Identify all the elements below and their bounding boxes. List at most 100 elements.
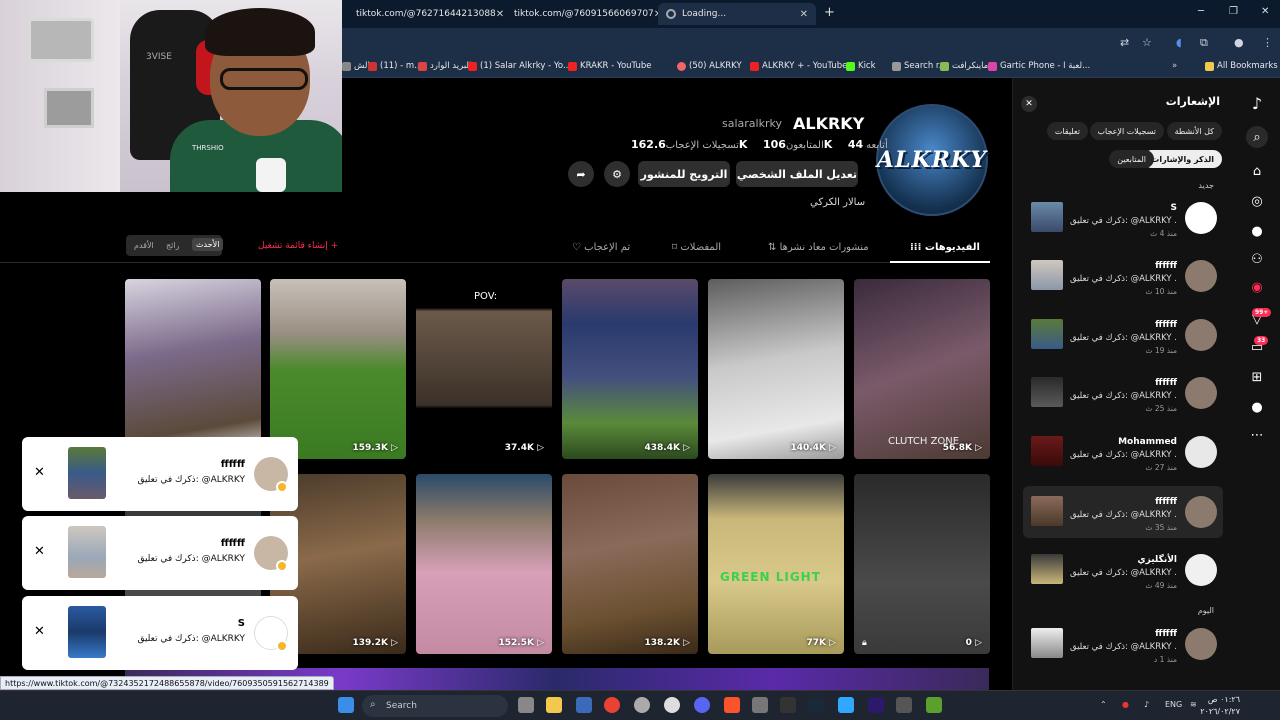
- brave-icon[interactable]: [724, 697, 740, 713]
- notification-item[interactable]: ffffff ذكرك في تعليق: @ALKRKY . منذ 10 ث: [1023, 250, 1223, 302]
- premiere-icon[interactable]: [868, 697, 884, 713]
- video-card[interactable]: 138.2K ▷: [562, 474, 698, 654]
- video-card[interactable]: GREEN LIGHT 77K ▷: [708, 474, 844, 654]
- create-playlist-button[interactable]: إنشاء قائمة تشغيل +: [258, 241, 338, 251]
- browser-tab-3[interactable]: Loading... ✕: [658, 3, 816, 25]
- browser-tab-1[interactable]: tiktok.com/@76271644213088 ✕: [342, 3, 504, 25]
- extensions-puzzle-icon[interactable]: ⧉: [1200, 36, 1208, 50]
- video-card[interactable]: 152.5K ▷: [416, 474, 552, 654]
- notification-item[interactable]: ffffff ذكرك في تعليق: @ALKRKY . منذ 1 د: [1023, 618, 1223, 670]
- toast-close-icon[interactable]: ✕: [34, 624, 45, 639]
- bookmark-item[interactable]: (11) - m...: [368, 61, 422, 71]
- profile-avatar-icon[interactable]: ●: [1234, 36, 1244, 49]
- minecraft-icon[interactable]: [926, 697, 942, 713]
- new-tab-button[interactable]: +: [824, 5, 835, 20]
- following-avatar-icon[interactable]: ●: [1246, 220, 1268, 242]
- bookmark-item[interactable]: ALKRKY + - YouTube: [750, 61, 847, 71]
- filter-followers[interactable]: المتابعين: [1109, 150, 1154, 168]
- filter-mentions[interactable]: الذكر والإشارات: [1143, 150, 1222, 168]
- notification-item[interactable]: ffffff ذكرك في تعليق: @ALKRKY . منذ 19 ث: [1023, 309, 1223, 361]
- video-card[interactable]: 🔒︎ 0 ▷: [854, 474, 990, 654]
- edit-profile-button[interactable]: تعديل الملف الشخصي: [736, 161, 858, 187]
- obs-icon[interactable]: [634, 697, 650, 713]
- toast-close-icon[interactable]: ✕: [34, 544, 45, 559]
- minimize-button[interactable]: ─: [1198, 6, 1204, 17]
- video-card[interactable]: 438.4K ▷: [562, 279, 698, 459]
- video-card[interactable]: [125, 279, 261, 459]
- steam-icon[interactable]: [808, 697, 824, 713]
- chrome-icon[interactable]: [604, 697, 620, 713]
- close-window-button[interactable]: ✕: [1261, 6, 1269, 17]
- bookmark-item[interactable]: Search r...: [892, 61, 947, 71]
- tray-overflow-icon[interactable]: ⌃: [1100, 700, 1107, 709]
- tray-app-icon[interactable]: ●: [1122, 700, 1129, 709]
- bookmark-item[interactable]: ماينكرافت: [940, 61, 988, 71]
- file-explorer-icon[interactable]: [546, 697, 562, 713]
- extension-icon[interactable]: ◖: [1176, 36, 1182, 49]
- browser-tab-2[interactable]: tiktok.com/@76091566069707 ✕: [500, 3, 662, 25]
- bookmark-item[interactable]: البريد الوارد: [418, 61, 471, 71]
- windows-start-icon[interactable]: [338, 697, 354, 713]
- share-arrow-icon[interactable]: ➦: [568, 161, 594, 187]
- home-icon[interactable]: ⌂: [1246, 160, 1268, 182]
- photoshop-icon[interactable]: [838, 697, 854, 713]
- tab-close-icon[interactable]: ✕: [800, 9, 808, 20]
- notification-item[interactable]: ffffff ذكرك في تعليق: @ALKRKY . منذ 35 ث: [1023, 486, 1223, 538]
- bookmark-star-icon[interactable]: ☆: [1142, 36, 1152, 49]
- notification-item[interactable]: S ذكرك في تعليق: @ALKRKY . منذ 4 ث: [1023, 192, 1223, 244]
- explore-compass-icon[interactable]: ◎: [1246, 190, 1268, 212]
- sort-oldest-button[interactable]: الأقدم: [134, 241, 154, 250]
- toast-close-icon[interactable]: ✕: [34, 465, 45, 480]
- discord-icon[interactable]: [694, 697, 710, 713]
- bookmarks-overflow-icon[interactable]: »: [1172, 61, 1177, 71]
- settings-gear-icon[interactable]: ⚙: [604, 161, 630, 187]
- close-panel-icon[interactable]: ✕: [1021, 96, 1037, 112]
- tab-liked[interactable]: ♡ تم الإعجاب: [572, 242, 630, 253]
- filter-likes[interactable]: تسجيلات الإعجاب: [1089, 122, 1164, 140]
- friends-icon[interactable]: ⚇: [1246, 248, 1268, 270]
- video-card[interactable]: 140.4K ▷: [708, 279, 844, 459]
- restore-button[interactable]: ❐: [1229, 6, 1238, 17]
- notification-item[interactable]: الأنگليزي ذكرك في تعليق: @ALKRKY . منذ 4…: [1023, 544, 1223, 596]
- bookmark-item[interactable]: (50) ALKRKY: [677, 61, 742, 71]
- video-card[interactable]: 159.3K ▷: [270, 279, 406, 459]
- upload-plus-icon[interactable]: ⊞: [1246, 366, 1268, 388]
- task-view-icon[interactable]: [518, 697, 534, 713]
- notification-item[interactable]: ffffff ذكرك في تعليق: @ALKRKY . منذ 25 ث: [1023, 367, 1223, 419]
- microphone-icon[interactable]: ♪: [1144, 700, 1149, 709]
- sort-popular-button[interactable]: رائج: [166, 241, 179, 250]
- filter-all[interactable]: كل الأنشطة: [1166, 122, 1222, 140]
- bookmark-item[interactable]: Gartic Phone - لعبة ا...: [988, 61, 1090, 71]
- notification-toast[interactable]: ✕ S ذكرك في تعليق: @ALKRKY: [22, 596, 298, 670]
- capcut-icon[interactable]: [780, 697, 796, 713]
- settings-icon[interactable]: [664, 697, 680, 713]
- app-icon[interactable]: [896, 697, 912, 713]
- tab-reposts[interactable]: ⇅ منشورات معاد نشرها: [768, 242, 869, 253]
- filter-comments[interactable]: تعليقات: [1046, 122, 1088, 140]
- more-dots-icon[interactable]: ⋯: [1246, 424, 1268, 446]
- notification-toast[interactable]: ✕ ffffff ذكرك في تعليق: @ALKRKY: [22, 516, 298, 590]
- bookmark-item[interactable]: (1) Salar Alkrky - Yo...: [468, 61, 571, 71]
- store-icon[interactable]: [576, 697, 592, 713]
- video-card[interactable]: CLUTCH ZONE 56.8K ▷: [854, 279, 990, 459]
- search-icon[interactable]: ⌕: [1246, 126, 1268, 148]
- promote-post-button[interactable]: الترويج للمنشور: [638, 161, 730, 187]
- taskbar-search[interactable]: ⌕ Search: [362, 695, 508, 717]
- menu-kebab-icon[interactable]: ⋮: [1262, 36, 1273, 49]
- translate-icon[interactable]: ⇄: [1120, 36, 1129, 49]
- notification-toast[interactable]: ✕ ffffff ذكرك في تعليق: @ALKRKY: [22, 437, 298, 511]
- language-indicator[interactable]: ENG: [1165, 700, 1182, 709]
- profile-avatar-icon[interactable]: ●: [1246, 396, 1268, 418]
- tab-videos[interactable]: ⁞⁞⁞ الفيديوهات: [910, 242, 980, 253]
- profile-avatar[interactable]: ALKRKY: [876, 104, 988, 216]
- all-bookmarks-button[interactable]: All Bookmarks: [1205, 61, 1278, 71]
- bookmark-item[interactable]: الش: [342, 61, 370, 71]
- wifi-icon[interactable]: ≋: [1190, 700, 1197, 709]
- app-icon[interactable]: [752, 697, 768, 713]
- sort-latest-button[interactable]: الأحدث: [192, 238, 224, 251]
- tiktok-logo-icon[interactable]: ♪: [1246, 92, 1268, 114]
- taskbar-clock[interactable]: ٠١:٢٦ ص ٢٠٢٦/٠٢/٢٧: [1200, 694, 1240, 718]
- tab-favorites[interactable]: ⌑ المفضلات: [672, 242, 721, 253]
- bookmark-item[interactable]: Kick: [846, 61, 876, 71]
- bookmark-item[interactable]: KRAKR - YouTube: [568, 61, 651, 71]
